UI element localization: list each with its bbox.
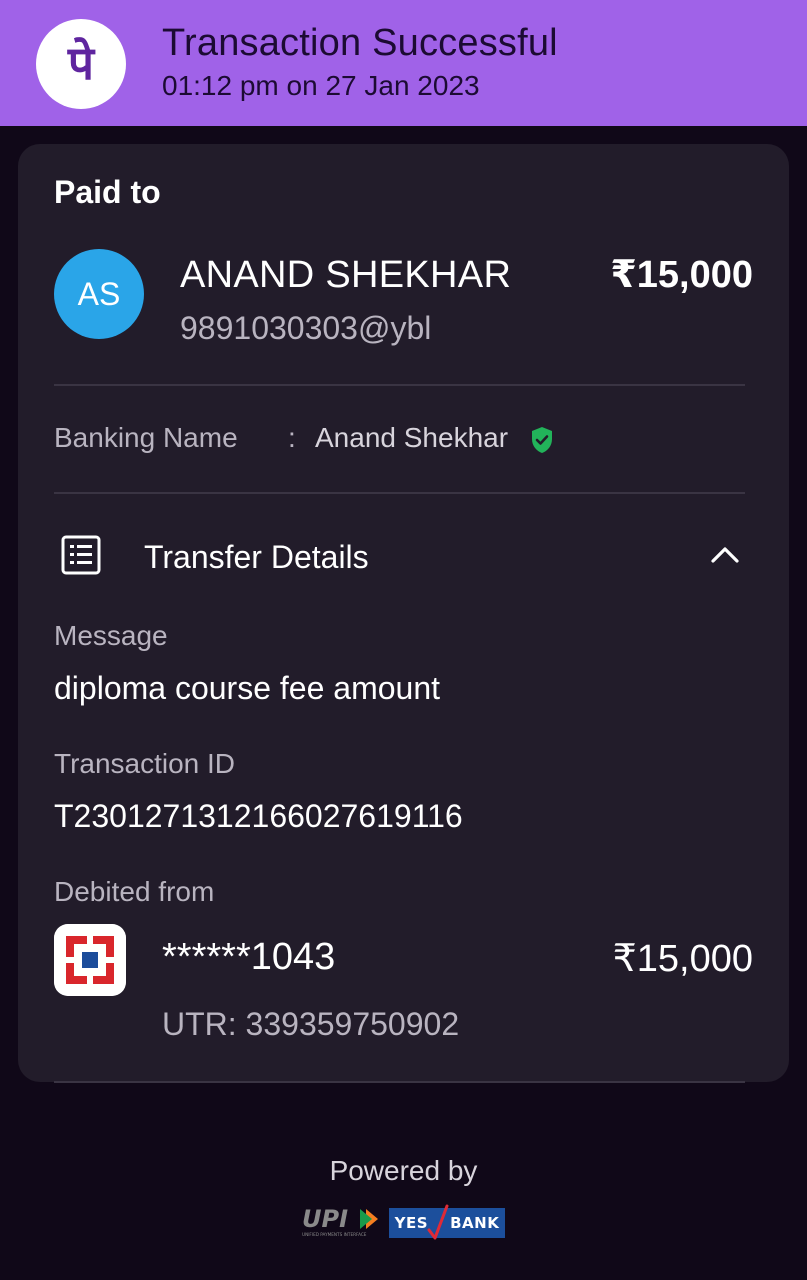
yes-bank-logo-icon: YES BANK — [389, 1204, 505, 1240]
hdfc-bank-icon — [54, 924, 126, 996]
logo-glyph: पे — [67, 36, 95, 90]
transaction-card: Paid to AS ANAND SHEKHAR 9891030303@ybl … — [18, 144, 789, 1082]
account-number: ******1043 — [162, 936, 336, 978]
debited-from-label: Debited from — [54, 876, 215, 907]
payee-name: ANAND SHEKHAR — [180, 254, 512, 296]
page-title: Transaction Successful — [162, 22, 558, 64]
transaction-id-label: Transaction ID — [54, 748, 236, 779]
avatar: AS — [54, 249, 144, 339]
header-bar: पे Transaction Successful 01:12 pm on 27… — [0, 0, 807, 126]
divider — [54, 492, 745, 494]
upi-logo-subtext: UNIFIED PAYMENTS INTERFACE — [302, 1232, 367, 1237]
phonepe-logo-icon: पे — [36, 19, 126, 109]
utr-number[interactable]: UTR: 339359750902 — [162, 1006, 459, 1043]
message-value: diploma course fee amount — [54, 670, 440, 706]
banking-name-label: Banking Name — [54, 422, 238, 453]
banking-name-value: Anand Shekhar — [315, 422, 509, 453]
transfer-details-title[interactable]: Transfer Details — [144, 539, 369, 576]
divider — [54, 384, 745, 386]
transaction-id-value[interactable]: T2301271312166027619116 — [54, 798, 463, 835]
yes-bank-left-text: YES — [394, 1214, 429, 1232]
upi-logo-text: UPI — [302, 1205, 348, 1233]
receipt-list-icon — [61, 535, 101, 575]
yes-bank-right-text: BANK — [450, 1214, 500, 1232]
transaction-datetime: 01:12 pm on 27 Jan 2023 — [162, 70, 480, 101]
paid-amount: ₹15,000 — [610, 254, 753, 296]
paid-to-label: Paid to — [54, 174, 161, 210]
tick-mark-icon — [427, 1204, 449, 1240]
upi-logo-icon: UPI UNIFIED PAYMENTS INTERFACE — [302, 1205, 378, 1237]
divider — [54, 1081, 745, 1083]
banking-name-separator: : — [288, 422, 296, 453]
shield-check-icon — [532, 427, 552, 453]
message-label: Message — [54, 620, 168, 651]
powered-by-label: Powered by — [329, 1155, 478, 1186]
chevron-up-icon[interactable] — [710, 542, 740, 566]
debited-amount: ₹15,000 — [612, 938, 753, 980]
payee-upi-id: 9891030303@ybl — [180, 310, 432, 346]
